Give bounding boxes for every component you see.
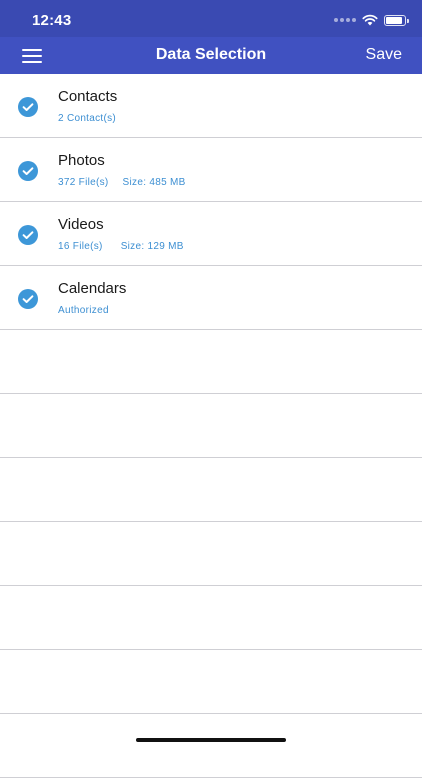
cellular-signal-icon	[334, 18, 356, 22]
battery-icon	[384, 14, 409, 26]
nav-bar: Data Selection Save	[0, 37, 422, 74]
list-item-videos[interactable]: Videos 16 File(s) Size: 129 MB	[0, 202, 422, 266]
status-time: 12:43	[32, 12, 72, 29]
empty-row	[0, 394, 422, 458]
list-item-photos[interactable]: Photos 372 File(s) Size: 485 MB	[0, 138, 422, 202]
data-selection-list: Contacts 2 Contact(s) Photos 372 File(s)…	[0, 74, 422, 778]
status-bar: 12:43	[0, 0, 422, 37]
item-title: Calendars	[58, 280, 127, 297]
item-count: 2 Contact(s)	[58, 113, 117, 124]
list-item-contacts[interactable]: Contacts 2 Contact(s)	[0, 74, 422, 138]
item-subtitle: 372 File(s) Size: 485 MB	[58, 177, 186, 188]
item-count: 16 File(s)	[58, 241, 103, 252]
empty-row	[0, 586, 422, 650]
wifi-icon	[362, 14, 378, 26]
checkmark-circle-icon[interactable]	[18, 97, 38, 117]
item-title: Contacts	[58, 88, 118, 105]
item-subtitle: 2 Contact(s)	[58, 113, 116, 124]
empty-row	[0, 458, 422, 522]
empty-row	[0, 714, 422, 778]
checkmark-circle-icon[interactable]	[18, 161, 38, 181]
page-title: Data Selection	[155, 46, 267, 63]
checkmark-circle-icon[interactable]	[18, 289, 38, 309]
item-size: Size: 485 MB	[122, 177, 186, 188]
item-status: Authorized	[58, 305, 109, 316]
item-title: Photos	[58, 152, 105, 169]
status-icons	[334, 12, 409, 28]
item-count: 372 File(s)	[58, 177, 109, 188]
empty-row	[0, 650, 422, 714]
item-subtitle: Authorized	[58, 305, 109, 316]
save-button[interactable]: Save	[366, 46, 402, 64]
item-size: Size: 129 MB	[120, 241, 184, 252]
checkmark-circle-icon[interactable]	[18, 225, 38, 245]
empty-row	[0, 330, 422, 394]
empty-row	[0, 522, 422, 586]
list-item-calendars[interactable]: Calendars Authorized	[0, 266, 422, 330]
home-indicator	[136, 738, 286, 742]
item-title: Videos	[58, 216, 104, 233]
item-subtitle: 16 File(s) Size: 129 MB	[58, 241, 184, 252]
